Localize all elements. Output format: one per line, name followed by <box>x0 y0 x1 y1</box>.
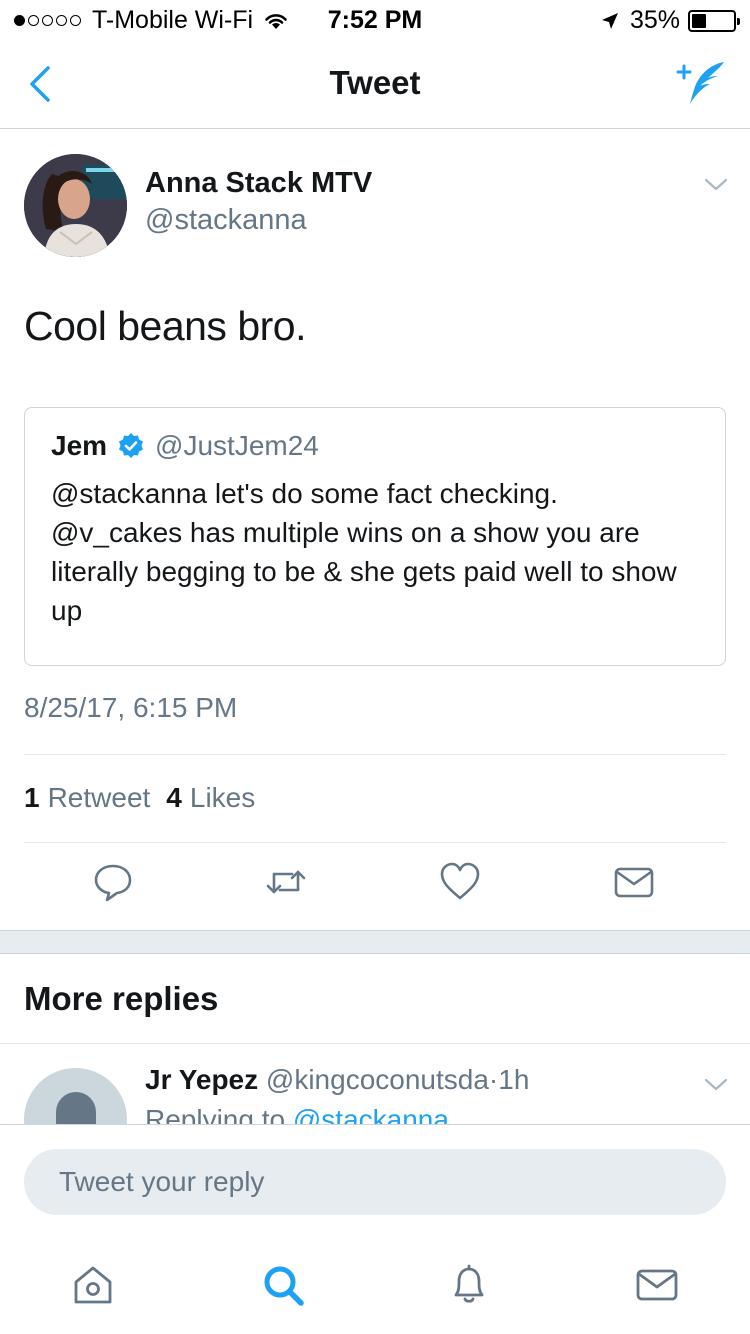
reply-author-handle: @kingcoconutsda <box>265 1064 489 1095</box>
tab-bar <box>0 1236 750 1334</box>
author-avatar[interactable] <box>24 154 127 257</box>
battery-percent: 35% <box>629 6 680 34</box>
quoted-tweet[interactable]: Jem @JustJem24 @stackanna let's do some … <box>24 407 726 666</box>
tweet-stats: 1 Retweet 4 Likes <box>24 782 271 814</box>
status-right: 35% <box>600 6 740 35</box>
divider <box>24 842 726 843</box>
retweet-icon[interactable] <box>264 860 308 904</box>
messages-icon[interactable] <box>634 1262 680 1308</box>
tweet-text: Cool beans bro. <box>24 303 306 349</box>
section-separator <box>0 930 750 954</box>
likes-count: 4 <box>166 782 182 813</box>
chevron-down-icon[interactable] <box>704 174 728 194</box>
author-name[interactable]: Anna Stack MTV <box>145 167 372 200</box>
quoted-tweet-text: @stackanna let's do some fact checking. … <box>51 478 677 626</box>
direct-message-icon[interactable] <box>612 860 656 904</box>
battery-icon <box>688 9 740 32</box>
tweet-reply-input[interactable] <box>24 1149 726 1215</box>
quoted-author-handle: @JustJem24 <box>155 430 319 461</box>
retweets-count: 1 <box>24 782 40 813</box>
chevron-left-icon[interactable] <box>22 62 62 106</box>
author-handle[interactable]: @stackanna <box>145 204 307 237</box>
quoted-author-name: Jem <box>51 430 108 461</box>
reply-header[interactable]: Jr Yepez @kingcoconutsda·1h <box>145 1064 529 1096</box>
retweets-label: Retweet <box>47 782 151 813</box>
chevron-down-icon[interactable] <box>704 1074 728 1094</box>
navigation-bar: Tweet <box>0 40 750 129</box>
likes-label: Likes <box>189 782 256 813</box>
quoted-tweet-header: Jem @JustJem24 <box>51 430 319 462</box>
divider <box>0 1043 750 1044</box>
more-replies-heading: More replies <box>24 980 219 1017</box>
like-heart-icon[interactable] <box>438 860 482 904</box>
battery-fill <box>692 13 706 28</box>
notifications-bell-icon[interactable] <box>446 1262 492 1308</box>
reply-composer-bar <box>0 1124 750 1236</box>
reply-icon[interactable] <box>91 860 135 904</box>
reply-author-name: Jr Yepez <box>145 1064 259 1095</box>
home-icon[interactable] <box>70 1262 116 1308</box>
search-icon[interactable] <box>260 1262 306 1308</box>
author-avatar-image <box>24 154 127 257</box>
retweets-stat[interactable]: 1 Retweet <box>24 782 150 814</box>
verified-badge-icon <box>119 433 144 458</box>
status-bar: T-Mobile Wi-Fi 7:52 PM 35% <box>0 0 750 40</box>
page-title: Tweet <box>329 64 421 101</box>
reply-separator: · <box>488 1064 499 1095</box>
likes-stat[interactable]: 4 Likes <box>166 782 255 814</box>
divider <box>24 754 726 755</box>
compose-tweet-icon[interactable] <box>672 58 730 110</box>
tweet-timestamp: 8/25/17, 6:15 PM <box>24 692 238 723</box>
tweet-actions <box>0 860 750 910</box>
reply-time: 1h <box>498 1064 530 1095</box>
location-arrow-icon <box>601 12 618 29</box>
